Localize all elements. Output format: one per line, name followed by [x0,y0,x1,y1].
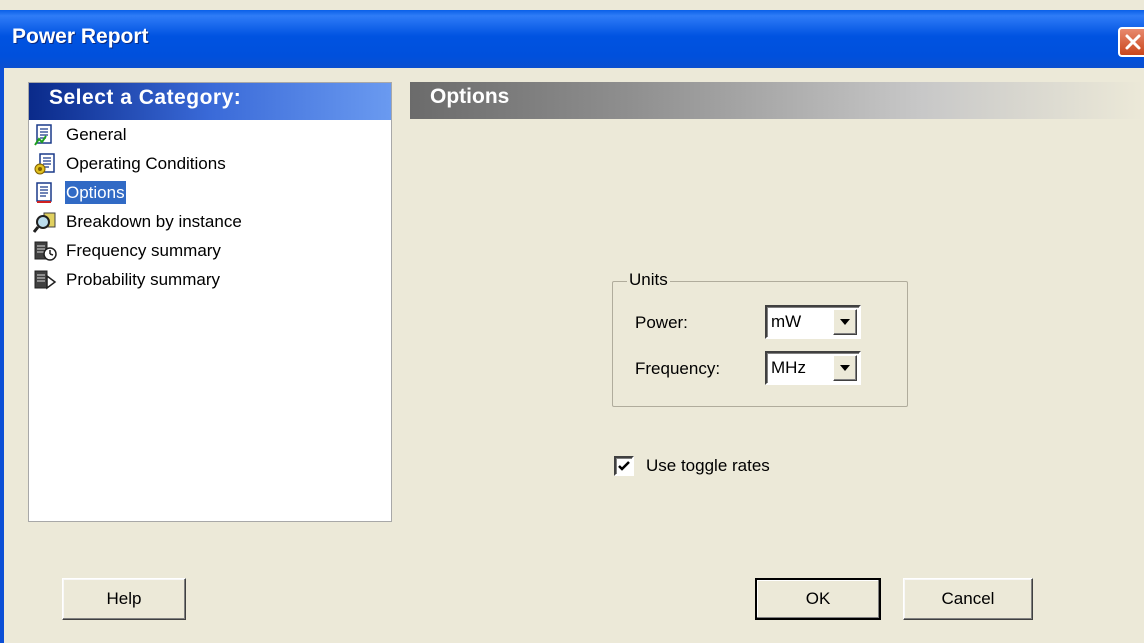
ok-button[interactable]: OK [755,578,881,620]
title-bar[interactable]: Power Report [0,10,1144,68]
frequency-unit-select[interactable]: MHz [765,351,861,385]
power-label: Power: [635,313,688,332]
window-title: Power Report [12,25,149,48]
category-label: Frequency summary [66,241,221,260]
options-header: Options [410,82,1144,119]
category-header-label: Select a Category: [49,86,242,109]
units-groupbox: Units Power: mW Frequency: MHz [612,270,908,407]
help-button-label: Help [106,589,142,608]
probability-icon [33,268,57,292]
category-panel: Select a Category: General Operating Con… [28,82,392,522]
category-label: Probability summary [66,270,220,289]
category-item-options[interactable]: Options [33,178,389,207]
cancel-button-label: Cancel [941,589,995,608]
frequency-icon [33,239,57,263]
frequency-dropdown-button[interactable] [833,355,857,381]
toggle-rates-label: Use toggle rates [646,456,770,475]
category-item-probability-summary[interactable]: Probability summary [33,265,389,294]
close-button[interactable] [1118,27,1144,57]
category-label: General [66,125,127,144]
frequency-label: Frequency: [635,359,721,378]
toggle-rates-row[interactable]: Use toggle rates [614,456,770,476]
category-label: Breakdown by instance [66,212,242,231]
power-dropdown-button[interactable] [833,309,857,335]
category-item-general[interactable]: General [33,120,389,149]
category-item-operating-conditions[interactable]: Operating Conditions [33,149,389,178]
report-options-icon [33,181,57,205]
category-header: Select a Category: [29,83,391,120]
power-unit-select[interactable]: mW [765,305,861,339]
report-icon [33,123,57,147]
magnifier-icon [32,210,57,234]
category-list: General Operating Conditions Options Bre… [32,120,389,294]
power-report-dialog: Power Report Select a Category: General … [0,0,1144,643]
options-header-label: Options [430,85,510,108]
units-legend: Units [627,270,670,290]
category-label: Options [65,181,126,204]
help-button[interactable]: Help [62,578,186,620]
toggle-rates-checkbox[interactable] [614,456,634,476]
category-label: Operating Conditions [66,154,226,173]
conditions-icon [33,152,57,176]
category-item-breakdown-by-instance[interactable]: Breakdown by instance [32,207,389,236]
frequency-unit-value: MHz [771,358,806,377]
category-item-frequency-summary[interactable]: Frequency summary [33,236,389,265]
ok-button-label: OK [805,589,831,608]
window-frame-left [0,68,4,643]
power-unit-value: mW [771,312,802,331]
cancel-button[interactable]: Cancel [903,578,1033,620]
